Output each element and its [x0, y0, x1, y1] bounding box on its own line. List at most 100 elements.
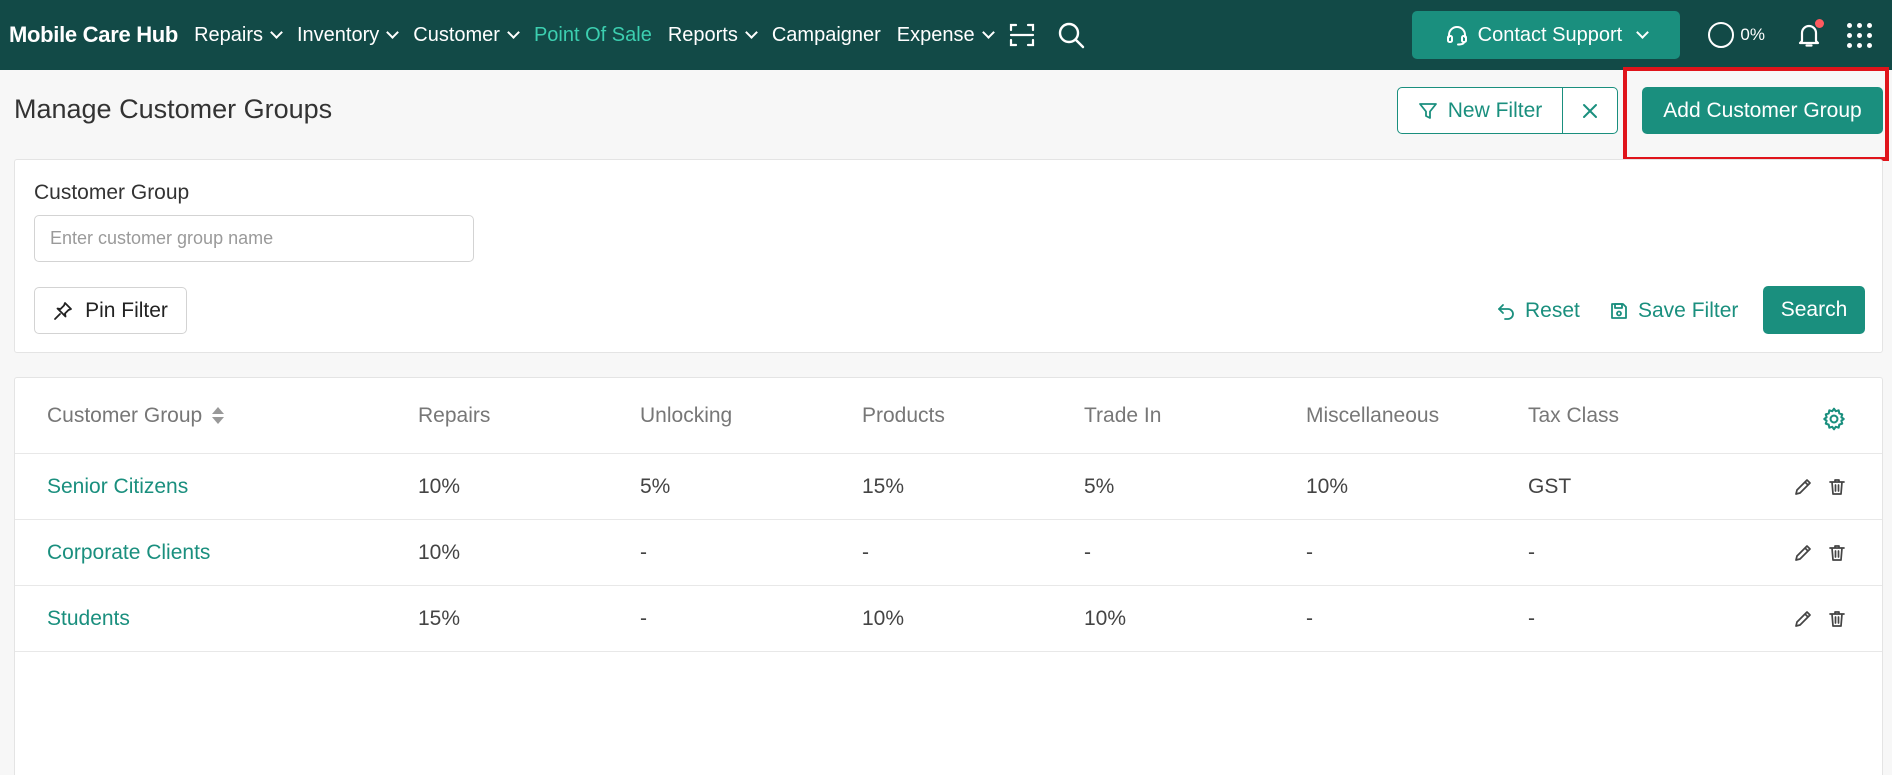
unlocking-cell: -	[640, 540, 647, 564]
new-filter-button[interactable]: New Filter	[1398, 88, 1563, 133]
progress-ring-icon	[1708, 22, 1735, 48]
floppy-disk-icon	[1611, 302, 1627, 319]
chevron-down-icon	[981, 26, 995, 39]
nav-item-expense[interactable]: Expense	[896, 23, 995, 47]
pencil-icon[interactable]	[1793, 543, 1813, 563]
chevron-down-icon	[744, 26, 758, 39]
row-actions	[1793, 454, 1847, 519]
sort-icon[interactable]	[212, 407, 225, 424]
new-filter-label: New Filter	[1447, 98, 1543, 122]
column-header-unlocking: Unlocking	[640, 403, 733, 427]
funnel-icon	[1418, 102, 1437, 119]
row-actions	[1793, 520, 1847, 585]
add-customer-group-button[interactable]: Add Customer Group	[1642, 87, 1883, 134]
trash-icon[interactable]	[1827, 609, 1847, 629]
trash-icon[interactable]	[1827, 543, 1847, 563]
search-icon[interactable]	[1057, 21, 1085, 49]
new-filter-group: New Filter	[1397, 87, 1618, 134]
nav-item-label: Inventory	[297, 23, 380, 46]
pencil-icon[interactable]	[1793, 477, 1813, 497]
scan-icon[interactable]	[1009, 22, 1035, 48]
row-actions	[1793, 586, 1847, 651]
unlocking-cell: -	[640, 606, 647, 630]
products-cell: 10%	[862, 606, 905, 630]
contact-support-button[interactable]: Contact Support	[1412, 11, 1681, 59]
column-header-products: Products	[862, 403, 945, 427]
nav-item-point-of-sale[interactable]: Point Of Sale	[534, 24, 652, 47]
apps-grid-icon[interactable]	[1847, 22, 1872, 48]
chevron-down-icon	[1636, 26, 1650, 39]
customer-group-name-link[interactable]: Students	[47, 586, 130, 651]
customer-group-input[interactable]	[34, 215, 474, 262]
contact-support-label: Contact Support	[1477, 23, 1623, 46]
setup-progress[interactable]: 0%	[1708, 22, 1765, 48]
trash-icon[interactable]	[1827, 477, 1847, 497]
headset-icon	[1446, 26, 1467, 46]
pin-icon	[54, 301, 72, 320]
miscellaneous-cell: -	[1306, 606, 1313, 630]
trade-in-cell: 10%	[1084, 606, 1127, 630]
nav-item-repairs[interactable]: Repairs	[194, 23, 283, 47]
clear-filter-button[interactable]	[1563, 88, 1617, 133]
nav-right-group: Contact Support 0%	[1412, 0, 1892, 70]
notifications-bell-icon[interactable]	[1797, 19, 1824, 48]
products-cell: 15%	[862, 474, 905, 498]
pencil-icon[interactable]	[1793, 609, 1813, 629]
trade-in-cell: -	[1084, 540, 1091, 564]
products-cell: -	[862, 540, 869, 564]
nav-item-customer[interactable]: Customer	[413, 23, 520, 47]
progress-label: 0%	[1740, 25, 1765, 44]
pin-filter-label: Pin Filter	[85, 298, 168, 322]
filter-panel: Customer Group Pin Filter Reset Save Fil…	[14, 159, 1883, 353]
miscellaneous-cell: 10%	[1306, 474, 1349, 498]
save-filter-button[interactable]: Save Filter	[1610, 287, 1738, 334]
column-header-tax-class: Tax Class	[1528, 403, 1620, 427]
column-header-label: Customer Group	[47, 403, 203, 427]
miscellaneous-cell: -	[1306, 540, 1313, 564]
tax-class-cell: GST	[1528, 474, 1572, 498]
chevron-down-icon	[270, 26, 283, 39]
notification-dot	[1815, 19, 1824, 28]
nav-item-label: Campaigner	[771, 23, 881, 46]
brand-logo[interactable]: Mobile Care Hub	[9, 22, 178, 48]
repairs-cell: 10%	[418, 474, 461, 498]
nav-menu: Repairs Inventory Customer Point Of Sale…	[194, 21, 1107, 49]
tax-class-cell: -	[1528, 606, 1535, 630]
nav-item-label: Reports	[667, 23, 738, 46]
table-row: Students 15% - 10% 10% - -	[15, 586, 1882, 652]
customer-group-name-link[interactable]: Senior Citizens	[47, 454, 188, 519]
gear-icon[interactable]	[1821, 406, 1847, 437]
nav-item-inventory[interactable]: Inventory	[297, 23, 400, 47]
customer-groups-table: Customer Group Repairs Unlocking Product…	[14, 377, 1883, 775]
table-header-row: Customer Group Repairs Unlocking Product…	[15, 378, 1882, 454]
trade-in-cell: 5%	[1084, 474, 1115, 498]
nav-item-label: Customer	[413, 23, 500, 46]
customer-group-name-link[interactable]: Corporate Clients	[47, 520, 210, 585]
column-header-repairs: Repairs	[418, 403, 491, 427]
table-row: Senior Citizens 10% 5% 15% 5% 10% GST	[15, 454, 1882, 520]
column-header-miscellaneous: Miscellaneous	[1306, 403, 1440, 427]
page-title: Manage Customer Groups	[14, 94, 333, 124]
reset-button[interactable]: Reset	[1497, 287, 1580, 334]
customer-group-field-label: Customer Group	[34, 181, 190, 204]
close-icon	[1583, 103, 1597, 118]
reset-label: Reset	[1525, 298, 1580, 322]
pin-filter-button[interactable]: Pin Filter	[34, 287, 187, 334]
nav-item-campaigner[interactable]: Campaigner	[772, 24, 881, 47]
chevron-down-icon	[386, 26, 400, 39]
column-header-trade-in: Trade In	[1084, 403, 1162, 427]
table-row: Corporate Clients 10% - - - - -	[15, 520, 1882, 586]
column-header-customer-group[interactable]: Customer Group	[47, 378, 225, 453]
repairs-cell: 15%	[418, 606, 461, 630]
nav-item-reports[interactable]: Reports	[667, 23, 758, 47]
unlocking-cell: 5%	[640, 474, 671, 498]
search-button[interactable]: Search	[1763, 286, 1865, 334]
nav-item-label: Repairs	[194, 23, 263, 46]
save-filter-label: Save Filter	[1638, 298, 1739, 322]
undo-icon	[1498, 303, 1514, 320]
tax-class-cell: -	[1528, 540, 1535, 564]
nav-item-label: Expense	[896, 23, 975, 46]
top-navbar: Mobile Care Hub Repairs Inventory Custom…	[0, 0, 1892, 70]
nav-item-label: Point Of Sale	[533, 23, 652, 46]
repairs-cell: 10%	[418, 540, 461, 564]
